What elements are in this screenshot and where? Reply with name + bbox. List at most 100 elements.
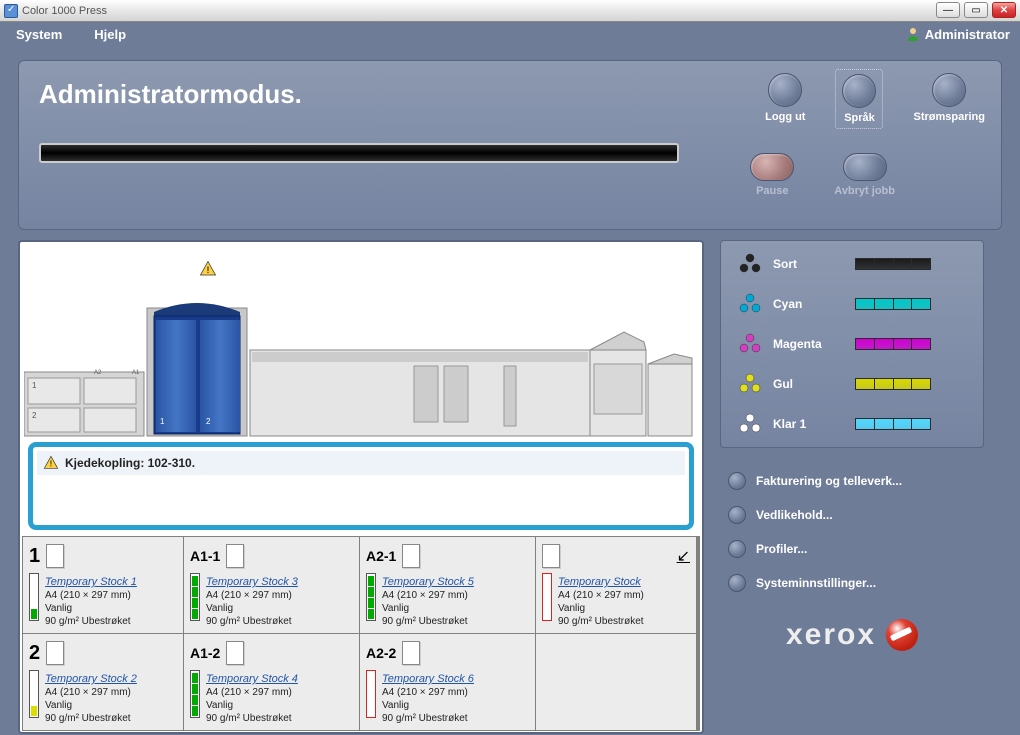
paper-icon	[46, 641, 64, 665]
tray-cell[interactable]: ↙Temporary StockA4 (210 × 297 mm)Vanlig9…	[536, 537, 696, 633]
stock-name-link[interactable]: Temporary Stock 5	[382, 575, 474, 589]
toner-pyramid-icon	[737, 253, 763, 275]
paper-icon	[46, 544, 64, 568]
tray-id: A1-2	[190, 645, 220, 661]
menu-help[interactable]: Hjelp	[94, 27, 126, 42]
toner-row: Magenta	[737, 333, 967, 355]
toner-pyramid-icon	[737, 373, 763, 395]
nav-label: Vedlikehold...	[756, 508, 833, 522]
title-bar: Color 1000 Press — ▭ ✕	[0, 0, 1020, 22]
stock-name-link[interactable]: Temporary Stock 1	[45, 575, 137, 589]
nav-label: Systeminnstillinger...	[756, 576, 876, 590]
toner-name: Gul	[773, 377, 845, 391]
progress-bar	[39, 143, 679, 163]
stock-name-link[interactable]: Temporary Stock 2	[45, 672, 137, 686]
nav-item[interactable]: Vedlikehold...	[728, 506, 976, 524]
tray-id: A1-1	[190, 548, 220, 564]
nav-bullet-icon	[728, 574, 746, 592]
nav-bullet-icon	[728, 506, 746, 524]
svg-text:2: 2	[32, 411, 37, 420]
admin-label-text: Administrator	[925, 27, 1010, 42]
svg-text:A1: A1	[132, 370, 140, 376]
pause-icon	[750, 153, 794, 181]
machine-panel: ! 1 2 A2 A1	[18, 240, 704, 734]
window-title: Color 1000 Press	[22, 5, 107, 17]
svg-text:!: !	[50, 459, 53, 468]
menubar: System Hjelp Administrator	[0, 22, 1020, 46]
toner-row: Klar 1	[737, 413, 967, 435]
nav-label: Profiler...	[756, 542, 807, 556]
tray-id: 2	[29, 642, 40, 665]
paper-level-bar	[190, 573, 200, 621]
logout-icon	[768, 73, 802, 107]
admin-indicator: Administrator	[905, 26, 1010, 42]
app-icon	[4, 4, 18, 18]
tray-cell-empty	[536, 634, 696, 730]
toner-level-bar	[855, 418, 931, 430]
toner-row: Cyan	[737, 293, 967, 315]
cancel-job-button[interactable]: Avbryt jobb	[828, 149, 901, 201]
status-message-text: Kjedekopling: 102-310.	[65, 456, 195, 470]
toner-name: Sort	[773, 257, 845, 271]
nav-item[interactable]: Systeminnstillinger...	[728, 574, 976, 592]
tray-cell[interactable]: A2-1Temporary Stock 5A4 (210 × 297 mm)Va…	[360, 537, 535, 633]
mode-title: Administratormodus.	[39, 79, 302, 110]
paper-level-bar	[366, 573, 376, 621]
nav-label: Fakturering og telleverk...	[756, 474, 902, 488]
nav-bullet-icon	[728, 540, 746, 558]
paper-level-bar	[366, 670, 376, 718]
close-button[interactable]: ✕	[992, 2, 1016, 18]
status-message-box: ! Kjedekopling: 102-310.	[28, 442, 694, 530]
svg-text:1: 1	[32, 381, 37, 390]
tray-id: 1	[29, 545, 40, 568]
user-admin-icon	[905, 26, 921, 42]
paper-icon	[402, 544, 420, 568]
maximize-button[interactable]: ▭	[964, 2, 988, 18]
tray-cell[interactable]: A1-1Temporary Stock 3A4 (210 × 297 mm)Va…	[184, 537, 359, 633]
menu-system[interactable]: System	[16, 27, 62, 42]
tray-cell[interactable]: A1-2Temporary Stock 4A4 (210 × 297 mm)Va…	[184, 634, 359, 730]
tray-cell[interactable]: 1Temporary Stock 1A4 (210 × 297 mm)Vanli…	[23, 537, 183, 633]
toner-row: Gul	[737, 373, 967, 395]
warning-icon: !	[43, 455, 59, 471]
stock-name-link[interactable]: Temporary Stock	[558, 575, 644, 589]
paper-level-bar	[29, 670, 39, 718]
paper-icon	[402, 641, 420, 665]
svg-text:A2: A2	[94, 370, 102, 376]
language-button[interactable]: Språk	[835, 69, 883, 129]
paper-level-bar	[29, 573, 39, 621]
stock-name-link[interactable]: Temporary Stock 3	[206, 575, 298, 589]
toner-pyramid-icon	[737, 333, 763, 355]
printer-diagram: 1 2 A2 A1 1 2	[24, 272, 700, 440]
toner-name: Klar 1	[773, 417, 845, 431]
toner-level-bar	[855, 338, 931, 350]
svg-text:2: 2	[206, 417, 211, 426]
toner-level-bar	[855, 378, 931, 390]
tray-cell[interactable]: A2-2Temporary Stock 6A4 (210 × 297 mm)Va…	[360, 634, 535, 730]
tray-grid: 1Temporary Stock 1A4 (210 × 297 mm)Vanli…	[22, 536, 700, 731]
stock-name-link[interactable]: Temporary Stock 4	[206, 672, 298, 686]
toner-row: Sort	[737, 253, 967, 275]
toner-name: Magenta	[773, 337, 845, 351]
powersave-button[interactable]: Strømsparing	[907, 69, 991, 129]
top-panel: Administratormodus. Logg ut Språk Strøms…	[18, 60, 1002, 230]
xerox-ball-icon	[886, 619, 918, 651]
toner-name: Cyan	[773, 297, 845, 311]
cancel-icon	[843, 153, 887, 181]
tray-id: A2-1	[366, 548, 396, 564]
nav-panel: Fakturering og telleverk... Vedlikehold..…	[720, 472, 984, 592]
stock-name-link[interactable]: Temporary Stock 6	[382, 672, 474, 686]
toner-level-bar	[855, 258, 931, 270]
logout-button[interactable]: Logg ut	[759, 69, 811, 129]
nav-item[interactable]: Fakturering og telleverk...	[728, 472, 976, 490]
language-icon	[842, 74, 876, 108]
tray-cell[interactable]: 2Temporary Stock 2A4 (210 × 297 mm)Vanli…	[23, 634, 183, 730]
svg-text:1: 1	[160, 417, 165, 426]
brand-logo: xerox	[720, 618, 984, 652]
nav-item[interactable]: Profiler...	[728, 540, 976, 558]
pause-button[interactable]: Pause	[744, 149, 800, 201]
powersave-icon	[932, 73, 966, 107]
minimize-button[interactable]: —	[936, 2, 960, 18]
paper-level-bar	[190, 670, 200, 718]
nav-bullet-icon	[728, 472, 746, 490]
